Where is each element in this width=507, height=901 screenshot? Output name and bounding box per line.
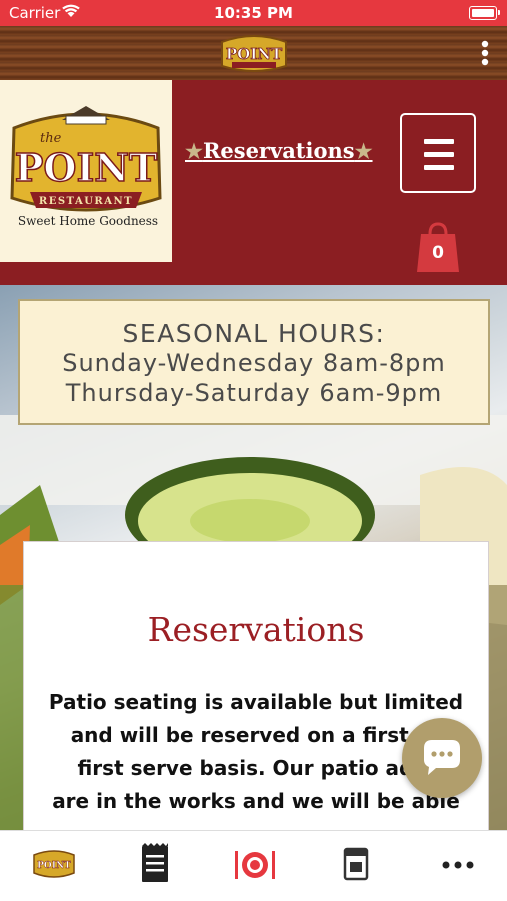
logo-small-text: POINT <box>226 45 283 63</box>
logo-main-text: POINT <box>15 145 157 190</box>
hero-section: SEASONAL HOURS: Sunday-Wednesday 8am-8pm… <box>0 285 507 830</box>
hamburger-menu-button[interactable] <box>400 113 476 193</box>
menu-list-icon[interactable] <box>131 843 179 885</box>
hours-weekday: Sunday-Wednesday 8am-8pm <box>62 349 446 377</box>
dining-icon[interactable] <box>231 843 279 885</box>
hours-weekend: Thursday-Saturday 6am-9pm <box>65 379 443 407</box>
text-line: Patio seating is available but limited <box>48 690 464 714</box>
clock: 10:35 PM <box>214 4 293 22</box>
star-icon: ★ <box>185 139 203 163</box>
app-top-bar: POINT <box>0 26 507 80</box>
home-logo-icon[interactable]: POINT <box>30 843 78 885</box>
chat-bubble-icon <box>424 740 460 775</box>
battery-icon <box>469 6 500 20</box>
menu-line <box>424 139 454 144</box>
logo-band-text: RESTAURANT <box>39 196 133 207</box>
seasonal-hours-banner: SEASONAL HOURS: Sunday-Wednesday 8am-8pm… <box>18 299 490 425</box>
calendar-icon[interactable] <box>332 843 380 885</box>
status-bar: Carrier 10:35 PM <box>0 0 507 26</box>
more-icon[interactable] <box>434 843 482 885</box>
star-icon: ★ <box>354 139 373 163</box>
chat-button[interactable] <box>402 718 482 798</box>
logo-graphic: the POINT RESTAURANT Sweet Home Goodness <box>10 106 162 228</box>
restaurant-logo-small[interactable]: POINT <box>216 32 292 74</box>
reservations-link-label: Reservations <box>202 138 355 163</box>
menu-line <box>424 165 454 170</box>
bottom-tab-bar: POINT <box>0 830 507 901</box>
restaurant-logo[interactable]: the POINT RESTAURANT Sweet Home Goodness <box>0 80 172 262</box>
reservations-heading: Reservations <box>147 610 365 649</box>
hours-title: SEASONAL HOURS: <box>122 319 386 348</box>
more-vertical-icon[interactable] <box>481 40 489 66</box>
tab-logo-text: POINT <box>37 861 71 871</box>
logo-tagline: Sweet Home Goodness <box>18 214 158 228</box>
menu-line <box>424 152 454 157</box>
reservations-link[interactable]: ★Reservations★ <box>185 138 373 163</box>
cart-count: 0 <box>432 243 444 263</box>
site-header: the POINT RESTAURANT Sweet Home Goodness… <box>0 80 507 285</box>
logo-the-text: the <box>40 131 62 146</box>
